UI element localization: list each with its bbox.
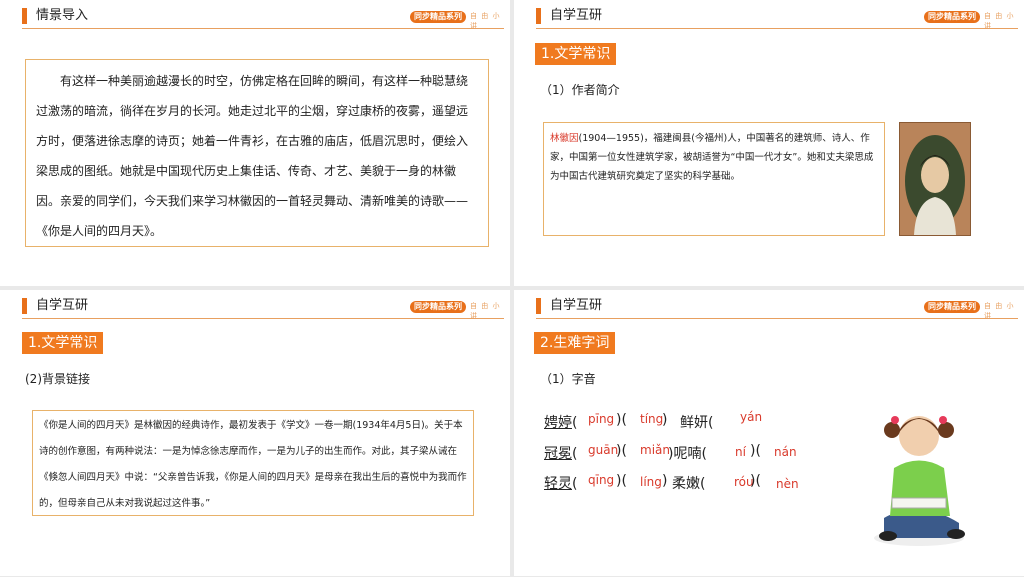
pinyin: pīng: [588, 412, 615, 426]
section-tag: 1.文学常识: [535, 43, 617, 65]
heading-divider: [22, 318, 504, 319]
pinyin: qīng: [588, 473, 615, 487]
heading-bar: [536, 298, 541, 314]
author-name: 林徽因: [550, 133, 579, 144]
vocab-word: 轻灵(: [544, 476, 578, 492]
paren: )(: [616, 443, 627, 459]
series-badge: 同步精品系列: [410, 11, 466, 23]
pinyin: nèn: [776, 477, 799, 491]
girl-reading-illustration: [864, 398, 974, 548]
subheading: （1）作者简介: [540, 83, 620, 97]
intro-paragraph: 有这样一种美丽逾越漫长的时空，仿佛定格在回眸的瞬间，有这样一种聪慧绕过激荡的暗流…: [36, 74, 469, 238]
subheading: （1）字音: [540, 372, 596, 386]
background-paragraph: 《你是人间的四月天》是林徽因的经典诗作，最初发表于《学文》一卷一期(1934年4…: [39, 420, 467, 509]
section-tag: 2.生难字词: [534, 332, 616, 354]
slide-background: 自学互研 同步精品系列 自 由 小 讲 1.文学常识 (2)背景链接 《你是人间…: [0, 290, 510, 576]
series-badge-tail: 自 由 小 讲: [984, 12, 1015, 30]
vocab-word: )呢喃(: [668, 446, 707, 462]
series-badge: 同步精品系列: [924, 11, 980, 23]
section-tag: 1.文学常识: [22, 332, 104, 354]
series-badge-tail: 自 由 小 讲: [470, 302, 501, 320]
vocab-word: 鲜妍(: [680, 415, 714, 431]
paren: )(: [616, 473, 627, 489]
vocab-word: 冠冕(: [544, 446, 578, 462]
author-bio-box: 林徽因(1904—1955)，福建闽县(今福州)人，中国著名的建筑师、诗人、作家…: [543, 122, 885, 236]
slide-heading: 自学互研: [36, 298, 89, 313]
paren: )(: [750, 473, 761, 489]
pinyin: tíng: [640, 412, 664, 426]
pinyin: líng: [640, 475, 662, 489]
paren: )(: [616, 412, 627, 428]
heading-bar: [22, 8, 27, 24]
slide-vocabulary: 自学互研 同步精品系列 自 由 小 讲 2.生难字词 （1）字音 娉婷( pīn…: [514, 290, 1024, 576]
vocab-word: 娉婷(: [544, 415, 578, 431]
paren: ): [662, 412, 668, 428]
series-badge-tail: 自 由 小 讲: [984, 302, 1015, 320]
paren: )(: [750, 443, 761, 459]
heading-bar: [536, 8, 541, 24]
background-text-box: 《你是人间的四月天》是林徽因的经典诗作，最初发表于《学文》一卷一期(1934年4…: [32, 410, 474, 516]
slide-author: 自学互研 同步精品系列 自 由 小 讲 1.文学常识 （1）作者简介 林徽因(1…: [514, 0, 1024, 286]
subheading: (2)背景链接: [25, 372, 90, 386]
author-portrait: [899, 122, 971, 236]
series-badge: 同步精品系列: [924, 301, 980, 313]
slide-heading: 自学互研: [550, 298, 603, 313]
author-bio: (1904—1955)，福建闽县(今福州)人，中国著名的建筑师、诗人、作家，中国…: [550, 133, 874, 182]
paren: ): [662, 473, 668, 489]
series-badge: 同步精品系列: [410, 301, 466, 313]
pinyin: miǎn: [640, 443, 670, 457]
pinyin: guān: [588, 443, 619, 457]
heading-bar: [22, 298, 27, 314]
pinyin: nán: [774, 445, 797, 459]
heading-divider: [22, 28, 504, 29]
intro-text-box: 有这样一种美丽逾越漫长的时空，仿佛定格在回眸的瞬间，有这样一种聪慧绕过激荡的暗流…: [25, 59, 489, 247]
vocab-word: 柔嫩(: [672, 476, 706, 492]
heading-divider: [536, 28, 1018, 29]
slide-intro: 情景导入 同步精品系列 自 由 小 讲 有这样一种美丽逾越漫长的时空，仿佛定格在…: [0, 0, 510, 286]
pinyin: yán: [740, 410, 763, 424]
heading-divider: [536, 318, 1018, 319]
series-badge-tail: 自 由 小 讲: [470, 12, 501, 30]
slide-heading: 自学互研: [550, 8, 603, 23]
slide-heading: 情景导入: [36, 8, 89, 23]
pinyin: ní: [735, 445, 746, 459]
